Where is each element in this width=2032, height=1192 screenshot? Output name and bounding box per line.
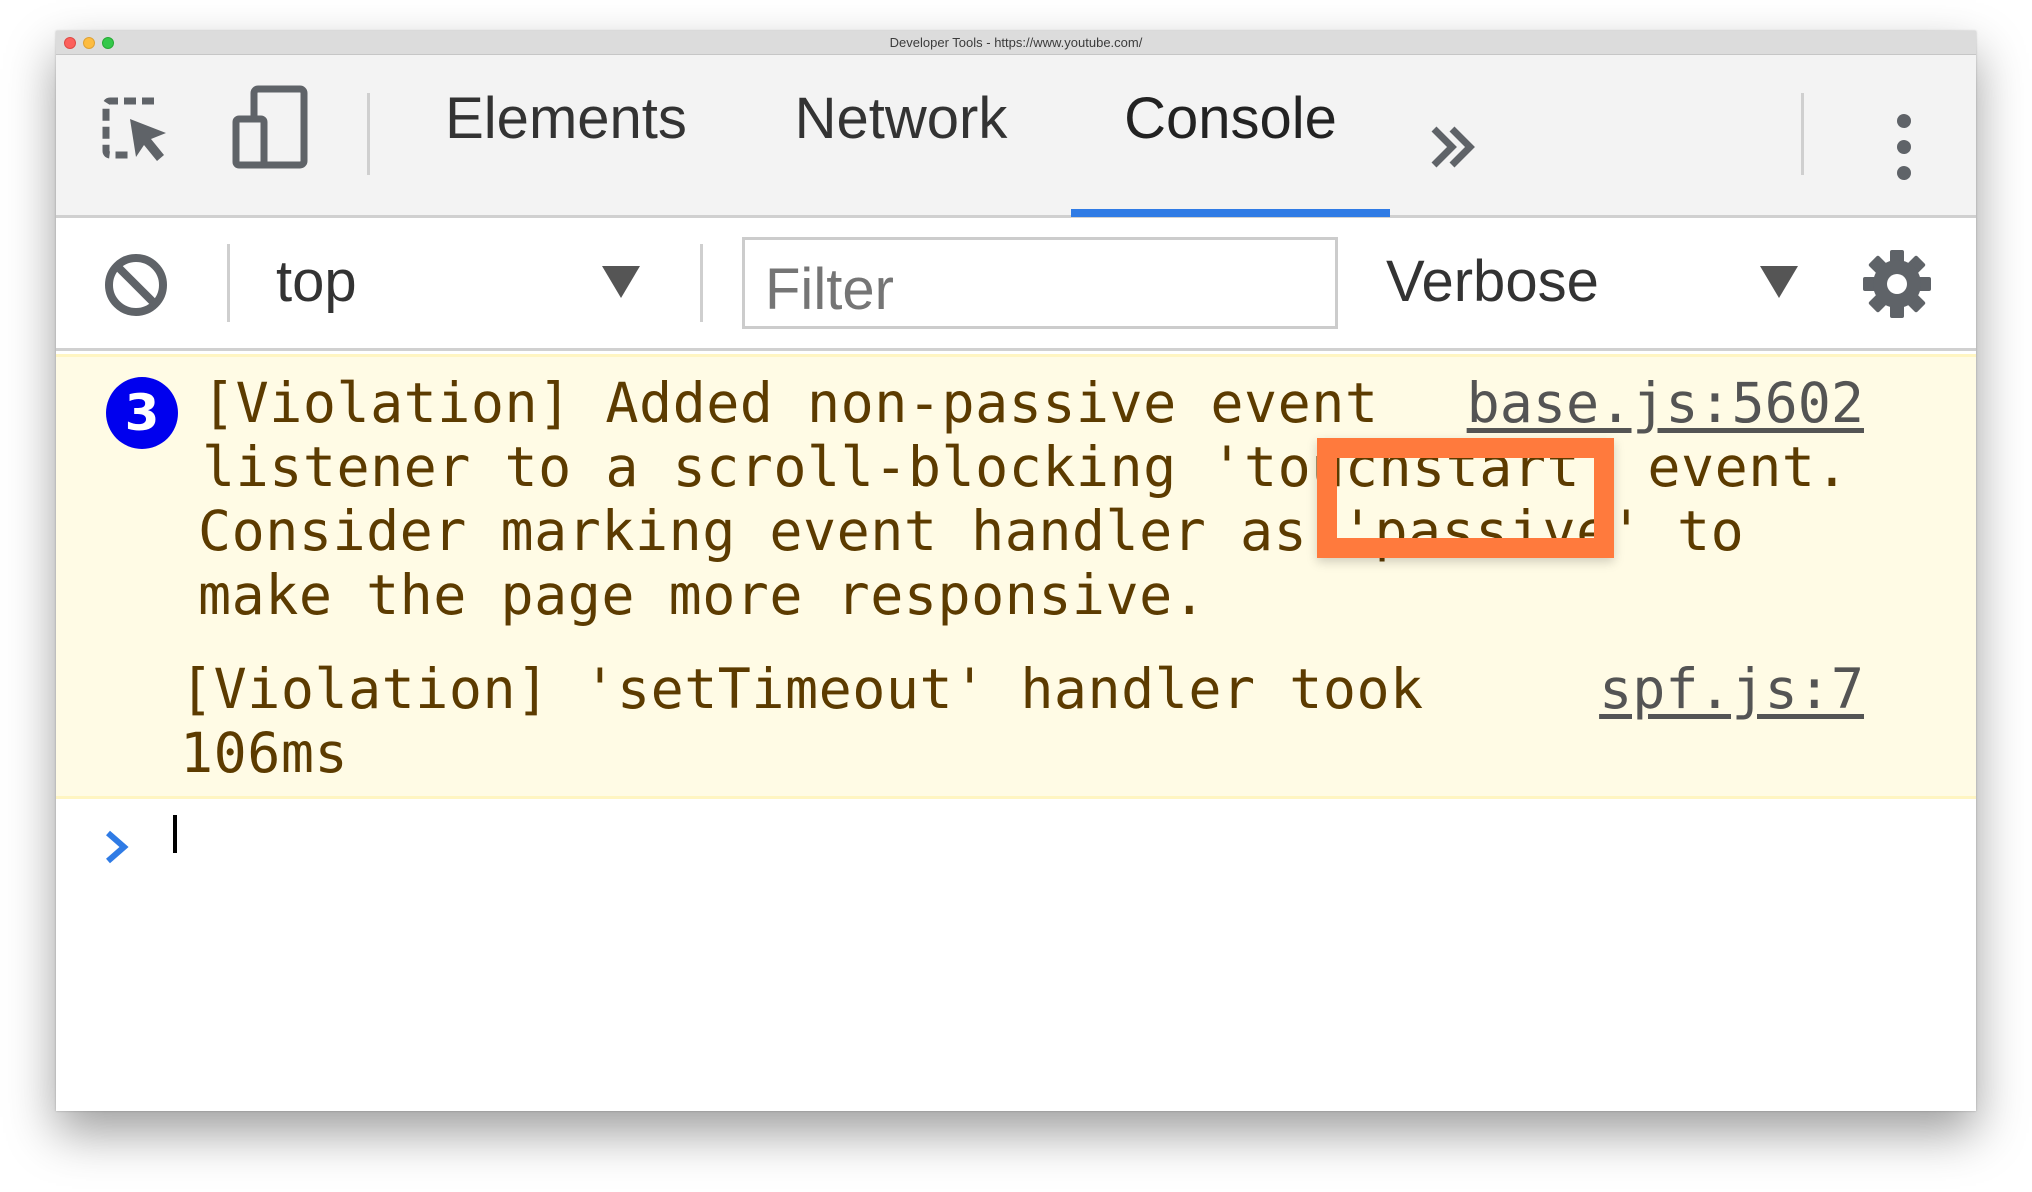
device-toolbar-icon[interactable] [230, 85, 310, 169]
window-title: Developer Tools - https://www.youtube.co… [889, 35, 1143, 50]
panel-tab-bar: Elements Network Console [56, 55, 1976, 218]
clear-console-icon[interactable] [104, 253, 168, 317]
log-level-label: Verbose [1386, 249, 1599, 314]
toolbar-divider [367, 93, 370, 175]
dropdown-arrow-icon [602, 266, 640, 298]
message-line: [Violation] Added non-passive event [202, 371, 1379, 435]
filter-input[interactable] [742, 237, 1338, 329]
inspect-element-icon[interactable] [100, 93, 176, 169]
tab-console[interactable]: Console [1071, 55, 1390, 215]
prompt-chevron-icon [106, 830, 129, 864]
active-tab-indicator [1071, 209, 1390, 217]
context-selector-label: top [276, 249, 357, 314]
source-link[interactable]: base.js:5602 [1467, 371, 1864, 435]
annotation-highlight-box [1317, 438, 1614, 558]
source-link[interactable]: spf.js:7 [1599, 657, 1864, 721]
vertical-dots-icon[interactable] [1894, 113, 1914, 183]
text-caret [173, 815, 177, 853]
devtools-window: Developer Tools - https://www.youtube.co… [56, 31, 1976, 1111]
console-warning-message: 3 [Violation] Added non-passive event li… [56, 354, 1976, 640]
console-toolbar: top Verbose [56, 218, 1976, 351]
repeat-count-badge: 3 [106, 377, 178, 449]
message-line: [Violation] 'setTimeout' handler took [180, 657, 1424, 721]
console-warning-message: [Violation] 'setTimeout' handler took 10… [56, 637, 1976, 799]
tab-elements[interactable]: Elements [436, 55, 696, 215]
dropdown-arrow-icon [1760, 266, 1798, 298]
toolbar-divider [1801, 93, 1804, 175]
tab-network[interactable]: Network [771, 55, 1031, 215]
toolbar-divider [227, 244, 230, 322]
title-bar: Developer Tools - https://www.youtube.co… [56, 31, 1976, 55]
chevron-double-right-icon[interactable] [1428, 123, 1480, 171]
message-line: 106ms [180, 721, 349, 785]
message-line: make the page more responsive. [198, 563, 1207, 627]
toolbar-divider [700, 244, 703, 322]
console-prompt[interactable] [56, 799, 1976, 899]
gear-icon[interactable] [1861, 248, 1933, 320]
